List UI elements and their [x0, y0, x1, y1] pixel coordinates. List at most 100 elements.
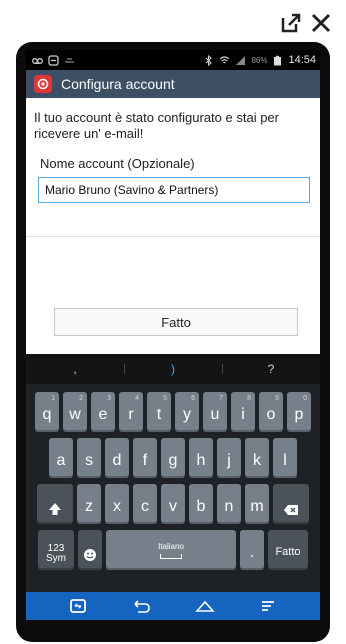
voicemail-icon [32, 57, 43, 64]
keyboard-row-4: 123 Sym Italiano . Fatto [28, 530, 318, 570]
battery-icon [274, 55, 282, 65]
bluetooth-icon [206, 54, 213, 66]
key-o[interactable]: o9 [259, 392, 283, 432]
key-secondary-label: 5 [163, 395, 167, 402]
clock-time: 14:54 [288, 54, 316, 66]
done-button[interactable]: Fatto [54, 308, 298, 336]
email-at-icon [37, 78, 49, 90]
key-label: d [112, 452, 122, 469]
symbols-key[interactable]: 123 Sym [38, 530, 74, 570]
key-secondary-label: 9 [275, 395, 279, 402]
key-label: p [294, 406, 304, 423]
back-icon[interactable] [130, 597, 152, 615]
home-icon[interactable] [194, 597, 216, 615]
key-t[interactable]: t5 [147, 392, 171, 432]
key-g[interactable]: g [161, 438, 185, 478]
key-c[interactable]: c [133, 484, 157, 524]
key-label: v [169, 498, 177, 515]
key-k[interactable]: k [245, 438, 269, 478]
shift-arrow-icon [49, 503, 61, 515]
emoji-key[interactable] [78, 530, 102, 570]
notification-icon [65, 57, 74, 63]
key-b[interactable]: b [189, 484, 213, 524]
phone-screen: 86% 14:54 Configura account Il tuo accou… [26, 50, 320, 620]
keyboard-language: Italiano [158, 541, 184, 551]
key-secondary-label: 6 [191, 395, 195, 402]
key-secondary-label: 3 [107, 395, 111, 402]
key-label: u [210, 406, 220, 423]
key-label: z [85, 498, 93, 515]
key-x[interactable]: x [105, 484, 129, 524]
window-controls [280, 12, 332, 34]
keyboard-row-2: as d f ghjkl [28, 438, 318, 478]
input-method-icon[interactable] [67, 597, 89, 615]
key-z[interactable]: z [77, 484, 101, 524]
key-label: w [69, 406, 81, 423]
key-w[interactable]: w2 [63, 392, 87, 432]
key-f[interactable]: f [133, 438, 157, 478]
space-key[interactable]: Italiano [106, 530, 236, 570]
key-label: q [42, 406, 52, 423]
content-divider [26, 236, 320, 237]
key-h[interactable]: h [189, 438, 213, 478]
key-label: i [241, 406, 245, 423]
suggestion-paren[interactable]: ) [124, 362, 222, 376]
key-label: n [224, 498, 234, 515]
key-v[interactable]: v [161, 484, 185, 524]
key-label: s [85, 452, 93, 469]
smiley-icon [84, 549, 96, 561]
key-u[interactable]: u7 [203, 392, 227, 432]
wifi-icon [220, 55, 230, 63]
key-i[interactable]: i8 [231, 392, 255, 432]
backspace-icon [284, 505, 298, 515]
open-external-icon[interactable] [280, 12, 302, 34]
key-label: g [168, 452, 178, 469]
key-m[interactable]: m [245, 484, 269, 524]
screenshot-frame: 86% 14:54 Configura account Il tuo accou… [0, 0, 346, 644]
suggestion-question[interactable]: ? [222, 362, 320, 376]
suggestion-comma[interactable]: , [26, 362, 124, 376]
email-app-icon[interactable] [34, 75, 52, 93]
period-key[interactable]: . [240, 530, 264, 570]
account-name-input[interactable] [38, 177, 310, 203]
key-label: b [196, 498, 206, 515]
account-name-label: Nome account (Opzionale) [40, 156, 195, 171]
key-label: l [283, 452, 287, 469]
key-label: f [142, 452, 148, 469]
close-icon[interactable] [310, 12, 332, 34]
key-y[interactable]: y6 [175, 392, 199, 432]
key-p[interactable]: p0 [287, 392, 311, 432]
keyboard-row-1: q1w2e3r4t5y6u7i8o9p0 [28, 392, 318, 432]
key-secondary-label: 0 [303, 395, 307, 402]
key-e[interactable]: e3 [91, 392, 115, 432]
key-j[interactable]: j [217, 438, 241, 478]
key-r[interactable]: r4 [119, 392, 143, 432]
key-label: j [227, 452, 231, 469]
key-label: t [156, 406, 162, 423]
status-bar: 86% 14:54 [26, 50, 320, 70]
setup-content: Il tuo account è stato configurato e sta… [26, 98, 320, 354]
key-d[interactable]: d [105, 438, 129, 478]
key-secondary-label: 2 [79, 395, 83, 402]
phone-body: 86% 14:54 Configura account Il tuo accou… [16, 42, 330, 642]
key-label: c [141, 498, 149, 515]
key-secondary-label: 8 [247, 395, 251, 402]
key-a[interactable]: a [49, 438, 73, 478]
key-n[interactable]: n [217, 484, 241, 524]
key-label: o [266, 406, 276, 423]
battery-percent: 86% [251, 55, 268, 65]
suggestion-strip: , ) ? [26, 354, 320, 384]
recent-apps-icon[interactable] [257, 597, 279, 615]
enter-done-key[interactable]: Fatto [268, 530, 308, 570]
confirmation-message: Il tuo account è stato configurato e sta… [34, 110, 279, 141]
key-l[interactable]: l [273, 438, 297, 478]
backspace-key[interactable] [273, 484, 309, 524]
usb-debug-icon [48, 54, 59, 66]
key-secondary-label: 1 [51, 395, 55, 402]
key-q[interactable]: q1 [35, 392, 59, 432]
keyboard-row-3: z x c v b nm [28, 484, 318, 524]
key-s[interactable]: s [77, 438, 101, 478]
shift-key[interactable] [37, 484, 73, 524]
signal-icon [236, 55, 246, 65]
navigation-bar [26, 592, 320, 620]
